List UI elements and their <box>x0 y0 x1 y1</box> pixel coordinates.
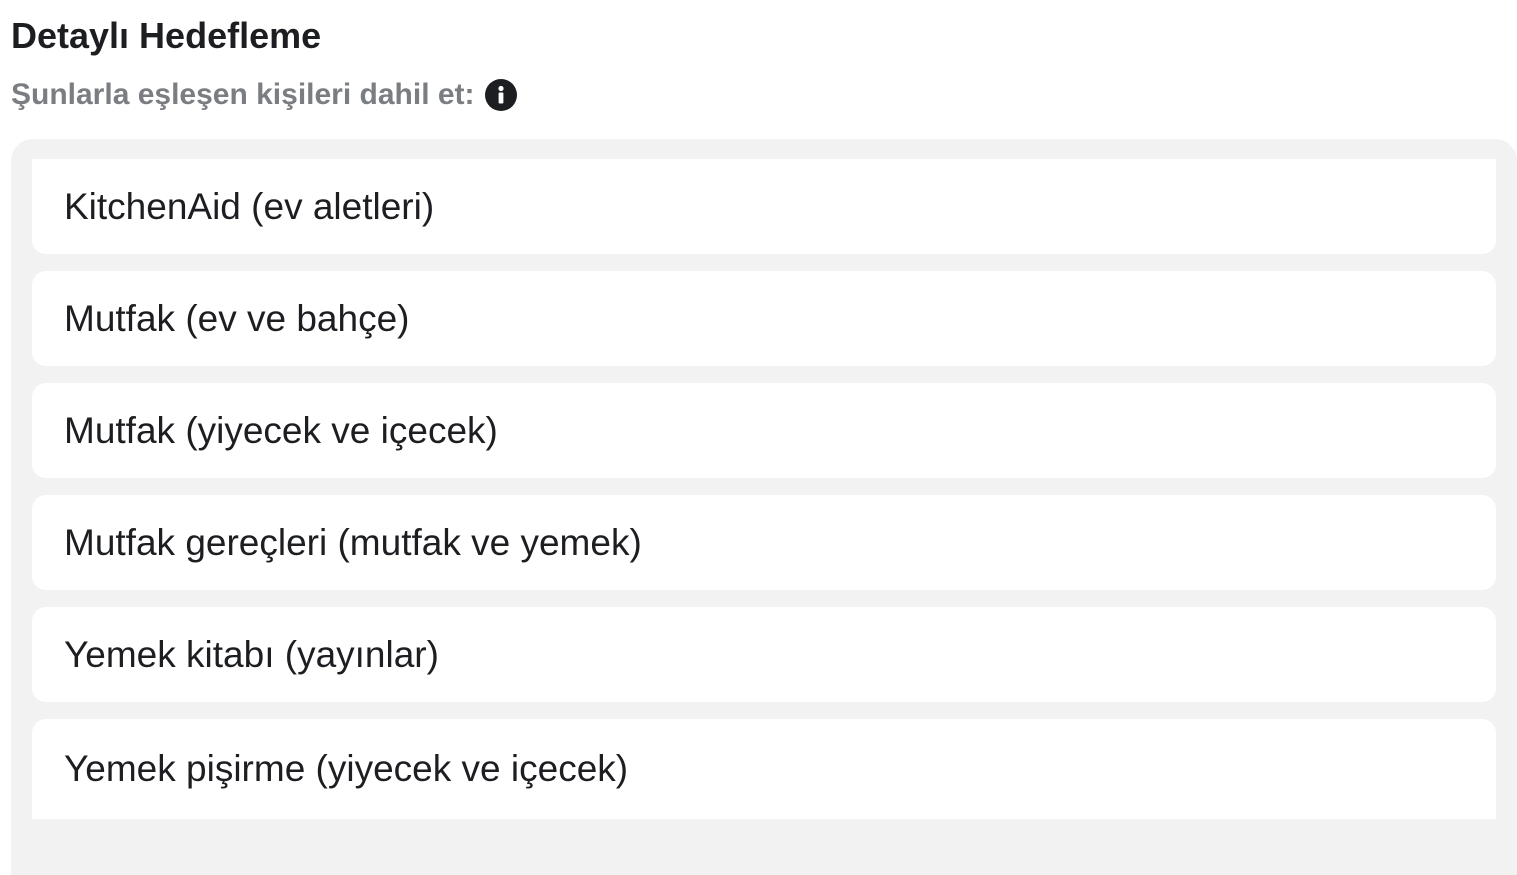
targeting-item-cookbook[interactable]: Yemek kitabı (yayınlar) <box>32 607 1496 702</box>
targeting-item-label: Yemek kitabı (yayınlar) <box>64 633 439 675</box>
targeting-item-cooking[interactable]: Yemek pişirme (yiyecek ve içecek) <box>32 719 1496 819</box>
targeting-item-kitchenaid[interactable]: KitchenAid (ev aletleri) <box>32 159 1496 254</box>
section-title: Detaylı Hedefleme <box>11 15 322 56</box>
targeting-item-label: Mutfak gereçleri (mutfak ve yemek) <box>64 521 642 563</box>
detailed-targeting-section: Detaylı Hedefleme Şunlarla eşleşen kişil… <box>0 0 1517 875</box>
include-people-row: Şunlarla eşleşen kişileri dahil et: <box>11 74 517 116</box>
targeting-item-label: Mutfak (ev ve bahçe) <box>64 297 410 339</box>
include-people-label: Şunlarla eşleşen kişileri dahil et: <box>11 78 475 111</box>
targeting-item-kitchen-food-drink[interactable]: Mutfak (yiyecek ve içecek) <box>32 383 1496 478</box>
targeting-item-kitchen-home-garden[interactable]: Mutfak (ev ve bahçe) <box>32 271 1496 366</box>
info-icon[interactable] <box>484 79 517 111</box>
targeting-item-kitchenware[interactable]: Mutfak gereçleri (mutfak ve yemek) <box>32 495 1496 590</box>
targeting-list: KitchenAid (ev aletleri) Mutfak (ev ve b… <box>32 159 1496 819</box>
targeting-list-panel: KitchenAid (ev aletleri) Mutfak (ev ve b… <box>11 139 1517 875</box>
targeting-item-label: KitchenAid (ev aletleri) <box>64 185 435 227</box>
info-icon-glyph <box>497 85 504 104</box>
targeting-item-label: Mutfak (yiyecek ve içecek) <box>64 409 498 451</box>
targeting-item-label: Yemek pişirme (yiyecek ve içecek) <box>64 748 629 789</box>
